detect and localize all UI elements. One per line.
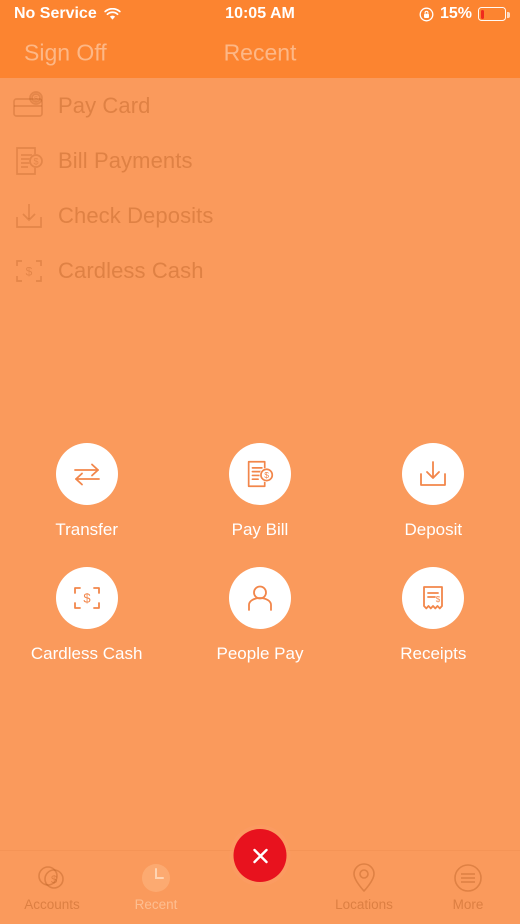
tab-more[interactable]: More <box>416 851 520 912</box>
status-bar-right: 15% <box>419 5 510 23</box>
action-grid-row: $ Cardless Cash People Pay $ Receipts <box>0 567 520 664</box>
svg-text:$: $ <box>83 591 91 606</box>
menu-list: $ Pay Card $ Bill Payments Check Deposit… <box>0 78 520 298</box>
page-title: Recent <box>223 39 297 66</box>
person-icon <box>228 567 291 629</box>
action-label: People Pay <box>216 644 304 663</box>
hamburger-circle-icon <box>452 860 484 896</box>
transfer-arrows-icon <box>55 443 118 505</box>
tab-label: More <box>452 897 484 912</box>
menu-item-label: Cardless Cash <box>58 257 204 283</box>
menu-item-pay-card[interactable]: $ Pay Card <box>0 78 520 133</box>
wifi-icon <box>104 7 121 20</box>
menu-item-check-deposits[interactable]: Check Deposits <box>0 188 520 243</box>
action-grid: Transfer $ Pay Bill Deposit $ Cardless C… <box>0 443 520 664</box>
tab-recent[interactable]: Recent <box>104 851 208 912</box>
action-transfer[interactable]: Transfer <box>0 443 173 540</box>
receipt-icon: $ <box>402 567 465 629</box>
menu-item-label: Check Deposits <box>58 202 214 228</box>
action-receipts[interactable]: $ Receipts <box>347 567 520 664</box>
close-x-icon <box>252 848 268 863</box>
status-bar: No Service 10:05 AM 15% <box>0 0 520 28</box>
close-button[interactable] <box>233 829 287 882</box>
action-grid-row: Transfer $ Pay Bill Deposit <box>0 443 520 540</box>
svg-text:$: $ <box>436 595 441 604</box>
clock-icon <box>140 860 172 896</box>
tab-label: Locations <box>335 897 393 912</box>
action-cardless-cash[interactable]: $ Cardless Cash <box>0 567 173 664</box>
action-people-pay[interactable]: People Pay <box>173 567 346 664</box>
rotation-lock-icon <box>419 7 434 21</box>
scan-dollar-icon: $ <box>55 567 118 629</box>
menu-item-bill-payments[interactable]: $ Bill Payments <box>0 133 520 188</box>
svg-text:$: $ <box>264 470 269 480</box>
document-coin-icon: $ <box>228 443 291 505</box>
document-coin-icon: $ <box>0 145 58 177</box>
tab-bar: $ Accounts Recent Locations More <box>0 829 520 924</box>
svg-text:$: $ <box>51 874 57 886</box>
app-screen: No Service 10:05 AM 15% Sign Off Recent <box>0 0 520 924</box>
credit-card-coin-icon: $ <box>0 90 58 121</box>
download-tray-icon <box>402 443 465 505</box>
action-label: Deposit <box>404 520 463 539</box>
action-label: Pay Bill <box>231 520 289 539</box>
tab-label: Recent <box>134 897 178 912</box>
action-label: Cardless Cash <box>30 644 143 663</box>
action-pay-bill[interactable]: $ Pay Bill <box>173 443 346 540</box>
battery-fill <box>480 9 485 19</box>
nav-bar: Sign Off Recent <box>0 28 520 78</box>
svg-text:$: $ <box>26 264 33 278</box>
tab-accounts[interactable]: $ Accounts <box>0 851 104 912</box>
carrier-label: No Service <box>14 5 97 22</box>
download-tray-icon <box>0 200 58 232</box>
status-bar-left: No Service <box>14 5 419 23</box>
svg-text:$: $ <box>33 156 38 166</box>
battery-icon <box>478 7 510 21</box>
menu-item-cardless-cash[interactable]: $ Cardless Cash <box>0 243 520 298</box>
coins-dollar-icon: $ <box>35 860 69 896</box>
tab-label: Accounts <box>24 897 80 912</box>
scan-dollar-icon: $ <box>0 256 58 286</box>
action-label: Receipts <box>400 644 467 663</box>
battery-percent-label: 15% <box>439 5 472 22</box>
menu-item-label: Pay Card <box>58 92 151 118</box>
action-deposit[interactable]: Deposit <box>347 443 520 540</box>
action-label: Transfer <box>55 520 118 539</box>
menu-item-label: Bill Payments <box>58 147 193 173</box>
map-pin-icon <box>350 860 378 896</box>
tab-locations[interactable]: Locations <box>312 851 416 912</box>
svg-text:$: $ <box>34 96 38 103</box>
